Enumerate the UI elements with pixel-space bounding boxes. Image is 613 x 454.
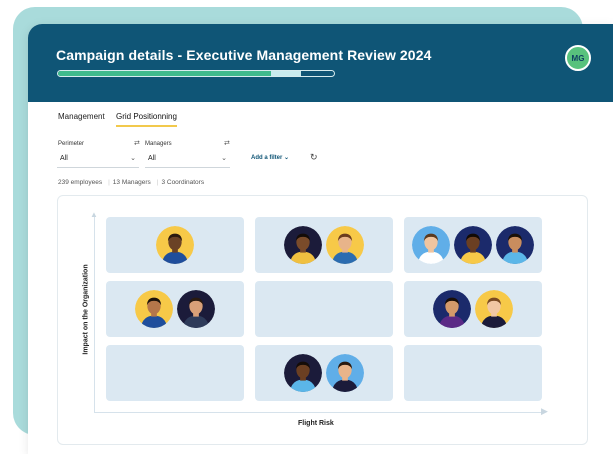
managers-label: Managers — [145, 141, 172, 147]
grid-cell[interactable] — [255, 281, 393, 337]
employee-avatar[interactable] — [326, 226, 364, 264]
perimeter-value: All — [60, 155, 68, 162]
employee-avatar[interactable] — [433, 290, 471, 328]
employee-avatar[interactable] — [412, 226, 450, 264]
employee-avatar[interactable] — [135, 290, 173, 328]
grid-cell[interactable] — [106, 217, 244, 273]
user-avatar[interactable]: MG — [565, 45, 591, 71]
perimeter-label: Perimeter — [58, 141, 85, 147]
manager-count: 13 Managers — [112, 179, 151, 186]
x-axis-label: Flight Risk — [298, 420, 334, 427]
employee-avatar[interactable] — [454, 226, 492, 264]
campaign-progress-bar — [57, 70, 335, 77]
progress-fill-complete — [58, 71, 271, 76]
chevron-down-icon: ⌄ — [130, 155, 136, 162]
divider: | — [108, 179, 110, 186]
employee-avatar[interactable] — [156, 226, 194, 264]
tab-management[interactable]: Management — [58, 112, 105, 121]
x-axis-line — [94, 412, 544, 413]
grid-cell[interactable] — [404, 217, 542, 273]
grid-cell[interactable] — [255, 217, 393, 273]
coordinator-count: 3 Coordinators — [161, 179, 205, 186]
grid-cell[interactable] — [106, 345, 244, 401]
sort-icon[interactable]: ⇄ — [224, 139, 230, 147]
grid-cell[interactable] — [404, 345, 542, 401]
employee-avatar[interactable] — [496, 226, 534, 264]
stats-row: 239 employees | 13 Managers | 3 Coordinators — [58, 179, 207, 186]
perimeter-dropdown[interactable]: All ⌄ — [57, 151, 139, 168]
campaign-card: Campaign details - Executive Management … — [28, 24, 613, 454]
employee-avatar[interactable] — [326, 354, 364, 392]
chevron-down-icon: ⌄ — [221, 155, 227, 162]
employee-count: 239 employees — [58, 179, 103, 186]
y-axis-arrow-icon: ▲ — [90, 210, 98, 219]
x-axis-arrow-icon: ▶ — [541, 406, 548, 416]
tab-grid-positionning[interactable]: Grid Positionning — [116, 112, 177, 127]
divider: | — [156, 179, 159, 186]
add-filter-label: Add a filter — [251, 155, 283, 161]
employee-avatar[interactable] — [177, 290, 215, 328]
header-bar: Campaign details - Executive Management … — [28, 24, 613, 102]
page-title: Campaign details - Executive Management … — [56, 47, 432, 63]
y-axis-label: Impact on the Organization — [82, 264, 90, 355]
chevron-down-icon: ⌄ — [284, 155, 290, 161]
reset-icon[interactable]: ↻ — [310, 152, 318, 163]
managers-dropdown[interactable]: All ⌄ — [145, 151, 230, 168]
employee-avatar[interactable] — [475, 290, 513, 328]
positioning-grid: ▲ ▶ Impact on the Organization Flight Ri… — [57, 195, 588, 445]
managers-value: All — [148, 155, 156, 162]
grid-cell[interactable] — [404, 281, 542, 337]
grid-cell[interactable] — [106, 281, 244, 337]
employee-avatar[interactable] — [284, 354, 322, 392]
y-axis-line — [94, 216, 95, 413]
grid-cell[interactable] — [255, 345, 393, 401]
sort-icon[interactable]: ⇄ — [134, 139, 140, 147]
progress-fill-partial — [270, 71, 301, 76]
add-filter-button[interactable]: Add a filter ⌄ — [251, 154, 289, 161]
employee-avatar[interactable] — [284, 226, 322, 264]
